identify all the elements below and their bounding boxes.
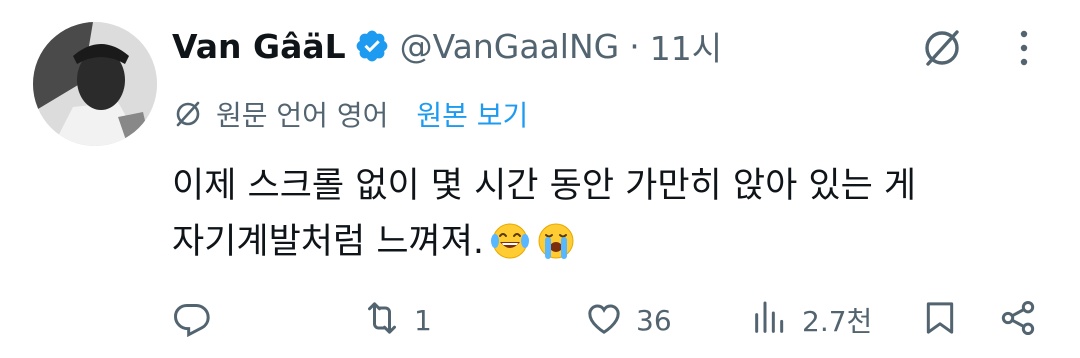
post-header: Van GâäL @VanGaalNG · 11시	[172, 22, 722, 70]
avatar-photo	[33, 22, 157, 146]
bookmark-icon	[920, 298, 960, 342]
post-text-line: 이제 스크롤 없이 몇 시간 동안 가만히 앉아 있는 게	[172, 166, 917, 206]
more-dots-icon[interactable]	[1000, 24, 1048, 72]
views-button[interactable]: 2.7천	[750, 292, 872, 348]
share-button[interactable]	[998, 292, 1038, 348]
translation-source-label: 원문 언어 영어	[216, 99, 389, 132]
separator-dot: ·	[629, 26, 640, 66]
like-count: 36	[636, 303, 672, 337]
post-text-line-2: 자기계발처럼 느껴져.	[172, 214, 1052, 270]
reply-icon	[172, 298, 212, 342]
action-bar: 1 36 2.7천	[172, 292, 1052, 348]
repost-icon	[362, 298, 402, 342]
translation-bar: 원문 언어 영어 원본 보기	[172, 92, 528, 136]
translate-icon	[172, 98, 204, 130]
repost-count: 1	[414, 303, 432, 337]
grok-icon[interactable]	[918, 24, 966, 72]
post-text: 이제 스크롤 없이 몇 시간 동안 가만히 앉아 있는 게 자기계발처럼 느껴져…	[172, 158, 1052, 270]
post-time[interactable]: 11시	[650, 22, 722, 70]
tears-of-joy-emoji-icon	[490, 221, 530, 261]
show-original-link[interactable]: 원본 보기	[416, 94, 528, 134]
author-handle[interactable]: @VanGaalNG	[400, 27, 620, 66]
like-button[interactable]: 36	[584, 292, 672, 348]
loudly-crying-emoji-icon	[536, 221, 576, 261]
verified-badge-icon[interactable]	[354, 28, 390, 64]
author-name[interactable]: Van GâäL	[172, 27, 346, 66]
views-bar-chart-icon	[750, 298, 790, 342]
post-text-line-2-text: 자기계발처럼 느껴져.	[172, 222, 485, 262]
reply-button[interactable]	[172, 292, 212, 348]
heart-icon	[584, 298, 624, 342]
avatar[interactable]	[33, 22, 157, 146]
share-icon	[998, 298, 1038, 342]
view-count: 2.7천	[802, 305, 873, 338]
bookmark-button[interactable]	[920, 292, 960, 348]
repost-button[interactable]: 1	[362, 292, 432, 348]
